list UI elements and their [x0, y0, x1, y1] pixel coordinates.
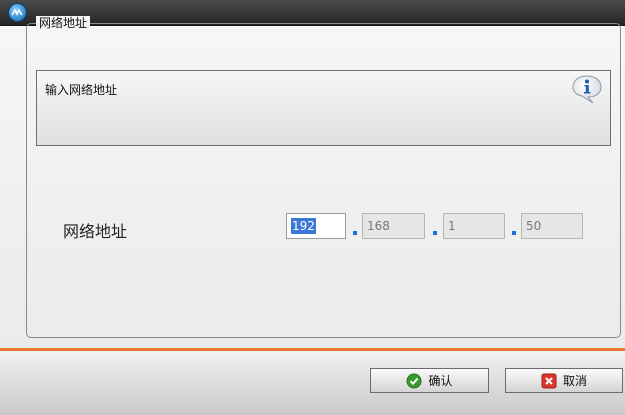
group-title: 网络地址 — [36, 16, 91, 30]
ip-separator-dot — [512, 231, 516, 235]
ip-octet-4-value: 50 — [526, 219, 542, 233]
ip-separator-dot — [353, 231, 357, 235]
ip-octet-1-value: 192 — [291, 218, 316, 234]
check-icon — [406, 373, 422, 388]
confirm-button[interactable]: 确认 — [370, 368, 489, 393]
ip-octet-3-input[interactable]: 1 — [443, 213, 505, 239]
close-icon — [541, 373, 557, 388]
ip-octet-3-value: 1 — [448, 219, 456, 233]
app-logo-icon[interactable] — [8, 3, 27, 22]
ip-separator-dot — [433, 231, 437, 235]
info-icon — [572, 75, 602, 104]
ip-octet-2-value: 168 — [367, 219, 390, 233]
ip-octet-4-input[interactable]: 50 — [521, 213, 583, 239]
cancel-button-label: 取消 — [562, 374, 587, 388]
confirm-button-label: 确认 — [428, 374, 453, 388]
info-panel: 输入网络地址 — [36, 70, 611, 146]
ip-octet-2-input[interactable]: 168 — [362, 213, 425, 239]
cancel-button[interactable]: 取消 — [505, 368, 623, 393]
info-text: 输入网络地址 — [45, 83, 118, 97]
network-address-label: 网络地址 — [63, 222, 128, 241]
ip-octet-1-input[interactable]: 192 — [286, 213, 346, 239]
